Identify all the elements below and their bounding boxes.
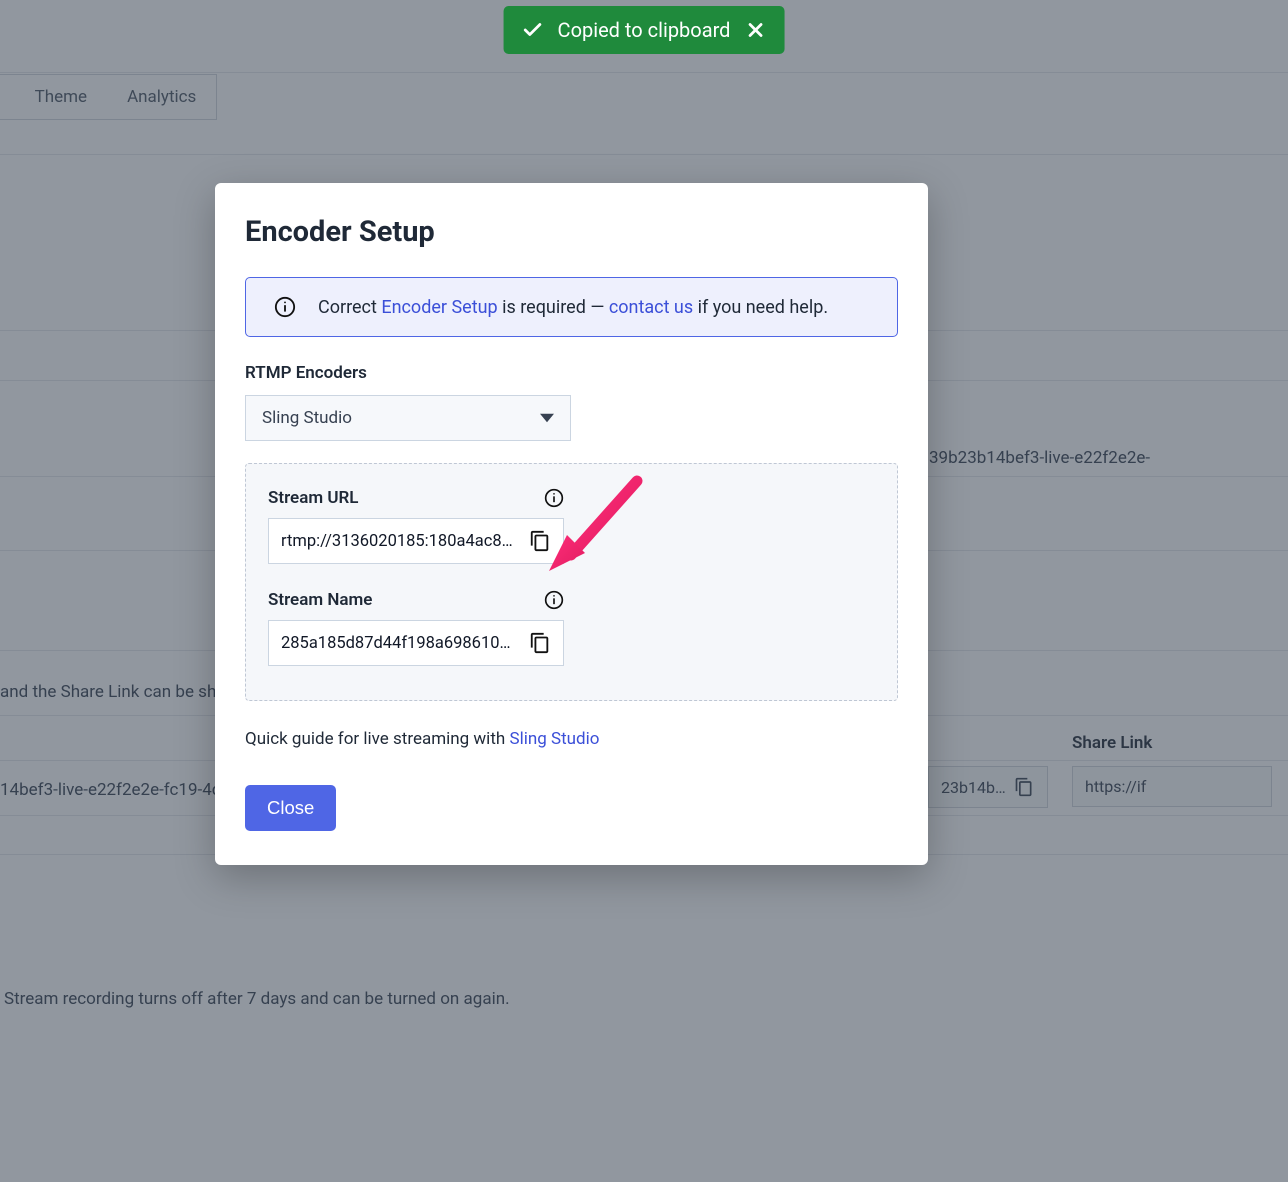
info-banner: Correct Encoder Setup is required — cont… bbox=[245, 277, 898, 337]
quick-guide-text: Quick guide for live streaming with Slin… bbox=[245, 729, 898, 749]
toast-message: Copied to clipboard bbox=[558, 18, 731, 42]
close-button[interactable]: Close bbox=[245, 785, 336, 831]
encoder-setup-modal: Encoder Setup Correct Encoder Setup is r… bbox=[215, 183, 928, 865]
stream-url-field[interactable]: rtmp://3136020185:180a4ac8… bbox=[268, 518, 564, 564]
stream-name-value: 285a185d87d44f198a698610… bbox=[281, 634, 521, 653]
copy-icon[interactable] bbox=[529, 632, 551, 654]
toast: Copied to clipboard bbox=[504, 6, 785, 54]
stream-url-value: rtmp://3136020185:180a4ac8… bbox=[281, 532, 521, 551]
copy-icon[interactable] bbox=[529, 530, 551, 552]
check-icon bbox=[522, 19, 544, 41]
stream-name-field[interactable]: 285a185d87d44f198a698610… bbox=[268, 620, 564, 666]
rtmp-encoders-label: RTMP Encoders bbox=[245, 363, 898, 383]
info-icon[interactable] bbox=[544, 590, 564, 610]
encoder-select[interactable]: Sling Studio bbox=[245, 395, 571, 441]
info-banner-text: Correct Encoder Setup is required — cont… bbox=[318, 297, 828, 318]
encoder-setup-link[interactable]: Encoder Setup bbox=[381, 297, 497, 318]
contact-us-link[interactable]: contact us bbox=[609, 297, 693, 318]
encoder-selected-value: Sling Studio bbox=[262, 408, 352, 428]
modal-title: Encoder Setup bbox=[245, 215, 898, 249]
stream-url-label: Stream URL bbox=[268, 488, 358, 508]
chevron-down-icon bbox=[540, 411, 554, 425]
stream-name-label: Stream Name bbox=[268, 590, 372, 610]
close-icon[interactable] bbox=[744, 19, 766, 41]
stream-fields-panel: Stream URL rtmp://3136020185:180a4ac8… S… bbox=[245, 463, 898, 701]
info-icon[interactable] bbox=[544, 488, 564, 508]
sling-studio-link[interactable]: Sling Studio bbox=[509, 729, 599, 749]
info-icon bbox=[274, 296, 296, 318]
